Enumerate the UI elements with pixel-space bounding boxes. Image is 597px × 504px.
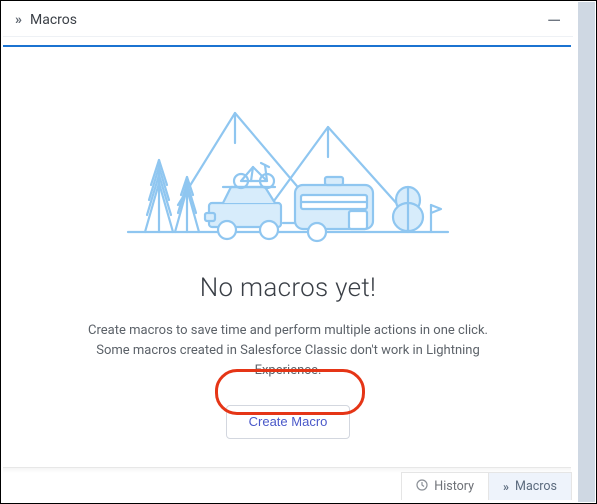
tab-macros[interactable]: » Macros — [488, 472, 572, 500]
utility-bar: History » Macros — [401, 472, 572, 500]
clock-icon — [416, 479, 428, 494]
empty-state-subtext: Create macros to save time and perform m… — [78, 321, 498, 381]
panel-title: Macros — [30, 12, 77, 28]
chevrons-icon: » — [503, 480, 509, 494]
empty-state: No macros yet! Create macros to save tim… — [3, 37, 573, 501]
scrollbar-strip — [578, 2, 595, 502]
tab-history-label: History — [434, 479, 474, 494]
create-macro-button[interactable]: Create Macro — [226, 405, 351, 439]
tab-macros-label: Macros — [515, 479, 557, 494]
empty-state-headline: No macros yet! — [200, 273, 376, 303]
tab-history[interactable]: History — [401, 472, 489, 500]
header-accent-rule — [3, 45, 571, 47]
minimize-button[interactable]: — — [547, 13, 561, 31]
panel-header: » Macros — — [3, 3, 573, 37]
empty-state-illustration — [123, 105, 453, 245]
expand-icon[interactable]: » — [15, 12, 22, 28]
macros-panel: » Macros — — [3, 3, 573, 501]
